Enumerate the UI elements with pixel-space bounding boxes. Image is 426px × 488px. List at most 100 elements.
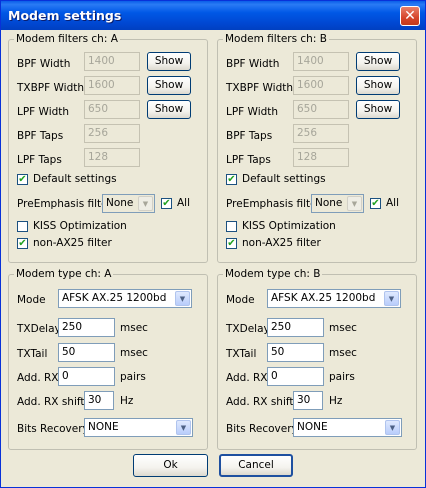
bits-recovery-select[interactable]: NONE ▼	[293, 418, 402, 437]
lpf-width-label: LPF Width	[17, 106, 70, 118]
preemphasis-label: PreEmphasis filter	[17, 198, 112, 210]
lpf-taps-input[interactable]: 128	[293, 148, 349, 167]
group-legend: Modem filters ch: A	[14, 33, 120, 45]
txtail-label: TXTail	[17, 348, 48, 360]
chevron-down-icon[interactable]: ▼	[175, 291, 190, 306]
bits-recovery-value: NONE	[297, 421, 328, 433]
preemphasis-select[interactable]: None ▼	[311, 194, 364, 213]
add-rx-shift-unit: Hz	[120, 395, 134, 407]
bpf-width-input[interactable]: 1400	[293, 52, 349, 71]
all-checkbox[interactable]: ✔	[370, 198, 381, 209]
bpf-width-label: BPF Width	[226, 58, 280, 70]
show-bpf-button[interactable]: Show	[356, 52, 400, 71]
add-rx-input[interactable]: 0	[267, 367, 324, 386]
modem-filters-group-ch-b: Modem filters ch: B BPF Width 1400 Show …	[217, 33, 417, 263]
modem-filters-group-ch-a: Modem filters ch: A BPF Width 1400 Show …	[8, 33, 208, 263]
add-rx-label: Add. RX	[17, 372, 59, 384]
window-title: Modem settings	[8, 8, 122, 23]
add-rx-shift-input[interactable]: 30	[84, 391, 114, 410]
txbpf-width-input[interactable]: 1600	[293, 76, 349, 95]
non-ax25-filter-checkbox[interactable]: ✔	[17, 238, 28, 249]
default-settings-label: Default settings	[33, 173, 117, 185]
mode-label: Mode	[226, 294, 255, 306]
bits-recovery-value: NONE	[88, 421, 119, 433]
chevron-down-icon[interactable]: ▼	[385, 420, 400, 435]
mode-select[interactable]: AFSK AX.25 1200bd ▼	[267, 289, 401, 308]
add-rx-shift-input[interactable]: 30	[293, 391, 323, 410]
txbpf-width-input[interactable]: 1600	[84, 76, 140, 95]
txtail-unit: msec	[120, 347, 148, 359]
chevron-down-icon[interactable]: ▼	[347, 196, 362, 211]
txdelay-label: TXDelay	[17, 323, 61, 335]
close-icon[interactable]: ✕	[400, 6, 420, 26]
add-rx-unit: pairs	[329, 371, 355, 383]
group-legend: Modem type ch: A	[14, 268, 114, 280]
default-settings-checkbox[interactable]: ✔	[17, 174, 28, 185]
txtail-input[interactable]: 50	[267, 343, 324, 362]
txdelay-input[interactable]: 250	[58, 318, 115, 337]
txtail-input[interactable]: 50	[58, 343, 115, 362]
modem-type-group-ch-b: Modem type ch: B Mode AFSK AX.25 1200bd …	[217, 268, 417, 450]
bpf-width-label: BPF Width	[17, 58, 71, 70]
all-checkbox[interactable]: ✔	[161, 198, 172, 209]
lpf-taps-label: LPF Taps	[17, 154, 62, 166]
default-settings-checkbox[interactable]: ✔	[226, 174, 237, 185]
all-label: All	[177, 197, 191, 209]
mode-select[interactable]: AFSK AX.25 1200bd ▼	[58, 289, 192, 308]
txdelay-input[interactable]: 250	[267, 318, 324, 337]
chevron-down-icon[interactable]: ▼	[176, 420, 191, 435]
add-rx-unit: pairs	[120, 371, 146, 383]
lpf-width-input[interactable]: 650	[293, 100, 349, 119]
txtail-label: TXTail	[226, 348, 257, 360]
modem-settings-dialog: Modem settings ✕ Modem filters ch: A BPF…	[0, 0, 426, 488]
bpf-taps-input[interactable]: 256	[293, 124, 349, 143]
lpf-width-label: LPF Width	[226, 106, 279, 118]
mode-value: AFSK AX.25 1200bd	[62, 292, 167, 304]
lpf-width-input[interactable]: 650	[84, 100, 140, 119]
txdelay-label: TXDelay	[226, 323, 270, 335]
chevron-down-icon[interactable]: ▼	[384, 291, 399, 306]
title-bar[interactable]: Modem settings ✕	[1, 1, 425, 30]
show-txbpf-button[interactable]: Show	[147, 76, 191, 95]
txdelay-unit: msec	[120, 322, 148, 334]
ok-button[interactable]: Ok	[133, 454, 208, 477]
bpf-width-input[interactable]: 1400	[84, 52, 140, 71]
add-rx-label: Add. RX	[226, 372, 268, 384]
show-txbpf-button[interactable]: Show	[356, 76, 400, 95]
kiss-optimization-label: KISS Optimization	[33, 220, 127, 232]
show-bpf-button[interactable]: Show	[147, 52, 191, 71]
group-legend: Modem filters ch: B	[223, 33, 329, 45]
show-lpf-button[interactable]: Show	[356, 100, 400, 119]
txbpf-width-label: TXBPF Width	[226, 82, 294, 94]
show-lpf-button[interactable]: Show	[147, 100, 191, 119]
default-settings-label: Default settings	[242, 173, 326, 185]
kiss-optimization-checkbox[interactable]	[226, 221, 237, 232]
txtail-unit: msec	[329, 347, 357, 359]
lpf-taps-input[interactable]: 128	[84, 148, 140, 167]
kiss-optimization-label: KISS Optimization	[242, 220, 336, 232]
preemphasis-value: None	[106, 197, 134, 209]
mode-label: Mode	[17, 294, 46, 306]
bits-recovery-select[interactable]: NONE ▼	[84, 418, 193, 437]
bits-recovery-label: Bits Recovery	[226, 423, 298, 435]
txbpf-width-label: TXBPF Width	[17, 82, 85, 94]
lpf-taps-label: LPF Taps	[226, 154, 271, 166]
add-rx-input[interactable]: 0	[58, 367, 115, 386]
kiss-optimization-checkbox[interactable]	[17, 221, 28, 232]
bits-recovery-label: Bits Recovery	[17, 423, 89, 435]
non-ax25-filter-label: non-AX25 filter	[33, 237, 112, 249]
bpf-taps-label: BPF Taps	[226, 130, 273, 142]
add-rx-shift-label: Add. RX shift	[226, 396, 294, 408]
cancel-button[interactable]: Cancel	[219, 454, 293, 477]
preemphasis-select[interactable]: None ▼	[102, 194, 155, 213]
preemphasis-value: None	[315, 197, 343, 209]
chevron-down-icon[interactable]: ▼	[138, 196, 153, 211]
mode-value: AFSK AX.25 1200bd	[271, 292, 376, 304]
group-legend: Modem type ch: B	[223, 268, 323, 280]
all-label: All	[386, 197, 400, 209]
bpf-taps-input[interactable]: 256	[84, 124, 140, 143]
non-ax25-filter-checkbox[interactable]: ✔	[226, 238, 237, 249]
bpf-taps-label: BPF Taps	[17, 130, 64, 142]
modem-type-group-ch-a: Modem type ch: A Mode AFSK AX.25 1200bd …	[8, 268, 208, 450]
txdelay-unit: msec	[329, 322, 357, 334]
